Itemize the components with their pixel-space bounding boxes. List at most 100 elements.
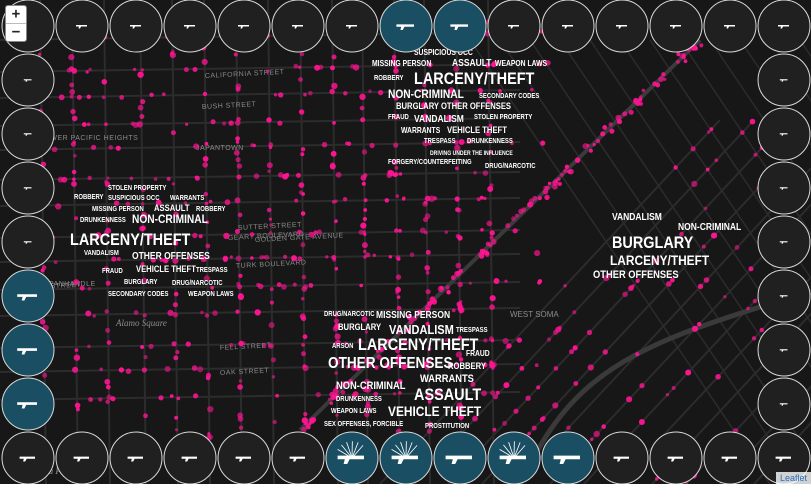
incident-dot xyxy=(553,329,559,335)
incident-dot xyxy=(106,176,110,180)
border-disk[interactable] xyxy=(649,431,703,484)
incident-dot xyxy=(573,381,579,386)
border-disk[interactable] xyxy=(757,161,811,215)
incident-dot xyxy=(593,430,600,438)
incident-dot xyxy=(99,367,103,372)
border-disk[interactable] xyxy=(55,431,109,484)
border-disk[interactable] xyxy=(757,0,811,53)
border-disk[interactable] xyxy=(379,0,433,53)
incident-dot xyxy=(572,310,577,315)
border-disk[interactable] xyxy=(649,0,703,53)
incident-dot xyxy=(557,177,561,181)
incident-dot xyxy=(673,165,678,170)
border-disk[interactable] xyxy=(1,53,55,107)
incident-dot xyxy=(236,281,241,286)
border-disk[interactable] xyxy=(55,0,109,53)
incident-dot xyxy=(541,415,546,421)
incident-dot xyxy=(360,222,367,229)
incident-dot xyxy=(73,279,80,286)
incident-dot xyxy=(635,352,640,357)
incident-dot xyxy=(330,150,337,157)
cloud-word: FRAUD xyxy=(388,114,409,122)
incident-dot xyxy=(563,284,567,288)
incident-dot xyxy=(301,351,306,357)
border-disk[interactable] xyxy=(1,377,55,431)
incident-dot xyxy=(176,396,181,401)
incident-dot xyxy=(212,310,218,316)
border-disk[interactable] xyxy=(595,431,649,484)
incident-dot xyxy=(502,420,508,426)
incident-dot xyxy=(236,163,243,169)
border-disk[interactable] xyxy=(487,431,541,484)
border-disk[interactable] xyxy=(1,107,55,161)
border-disk[interactable] xyxy=(487,0,541,53)
border-disk[interactable] xyxy=(271,431,325,484)
incident-dot xyxy=(422,201,428,207)
incident-dot xyxy=(70,141,76,147)
incident-dot xyxy=(308,90,313,96)
incident-dot xyxy=(105,399,110,404)
incident-dot xyxy=(622,111,628,117)
cloud-word: ASSAULT xyxy=(414,386,481,404)
incident-dot xyxy=(172,312,178,318)
incident-dot xyxy=(233,149,240,156)
cloud-word: VANDALISM xyxy=(389,322,454,337)
incident-dot xyxy=(540,140,546,146)
incident-dot xyxy=(72,177,76,181)
attribution-link[interactable]: Leaflet xyxy=(775,472,811,484)
incident-dot xyxy=(521,207,527,213)
border-disk[interactable] xyxy=(703,431,757,484)
border-disk[interactable] xyxy=(325,0,379,53)
border-disk[interactable] xyxy=(379,431,433,484)
border-disk[interactable] xyxy=(109,0,163,53)
incident-dot xyxy=(398,228,402,233)
incident-dot xyxy=(393,142,399,148)
border-disk[interactable] xyxy=(163,431,217,484)
zoom-in-button[interactable]: + xyxy=(6,6,26,23)
incident-dot xyxy=(473,170,477,175)
border-disk[interactable] xyxy=(757,323,811,377)
incident-dot xyxy=(358,229,364,235)
border-disk[interactable] xyxy=(757,53,811,107)
incident-dot xyxy=(361,181,366,186)
border-disk[interactable] xyxy=(1,215,55,269)
border-disk[interactable] xyxy=(703,0,757,53)
incident-dot xyxy=(85,310,92,317)
incident-dot xyxy=(235,309,240,314)
border-disk[interactable] xyxy=(757,215,811,269)
border-disk[interactable] xyxy=(163,0,217,53)
incident-dot xyxy=(665,281,672,287)
border-disk[interactable] xyxy=(595,0,649,53)
incident-dot xyxy=(125,368,132,375)
border-disk[interactable] xyxy=(433,431,487,484)
incident-dot xyxy=(697,322,702,327)
border-disk[interactable] xyxy=(109,431,163,484)
incident-dot xyxy=(140,68,144,72)
border-disk[interactable] xyxy=(433,0,487,53)
incident-dot xyxy=(141,367,147,373)
border-disk[interactable] xyxy=(1,323,55,377)
border-disk[interactable] xyxy=(1,269,55,323)
cloud-word: PROSTITUTION xyxy=(425,423,470,431)
border-disk[interactable] xyxy=(271,0,325,53)
border-disk[interactable] xyxy=(757,107,811,161)
zoom-out-button[interactable]: − xyxy=(6,23,26,41)
incident-dot xyxy=(505,223,511,229)
street-label: BUSH STREET xyxy=(202,101,257,111)
border-disk[interactable] xyxy=(1,161,55,215)
incident-dot xyxy=(173,291,179,297)
map-canvas[interactable]: CALIFORNIA STREET BUSH STREET JAPANTOWN SUT… xyxy=(0,0,811,484)
border-disk[interactable] xyxy=(217,431,271,484)
border-disk[interactable] xyxy=(541,431,595,484)
border-disk[interactable] xyxy=(541,0,595,53)
incident-dot xyxy=(71,115,78,122)
incident-dot xyxy=(257,283,264,290)
incident-dot xyxy=(235,157,241,163)
border-disk[interactable] xyxy=(1,431,55,484)
border-disk[interactable] xyxy=(217,0,271,53)
border-disk[interactable] xyxy=(757,377,811,431)
border-disk[interactable] xyxy=(325,431,379,484)
incident-dot xyxy=(569,349,575,355)
incident-dot xyxy=(281,284,287,290)
border-disk[interactable] xyxy=(757,269,811,323)
